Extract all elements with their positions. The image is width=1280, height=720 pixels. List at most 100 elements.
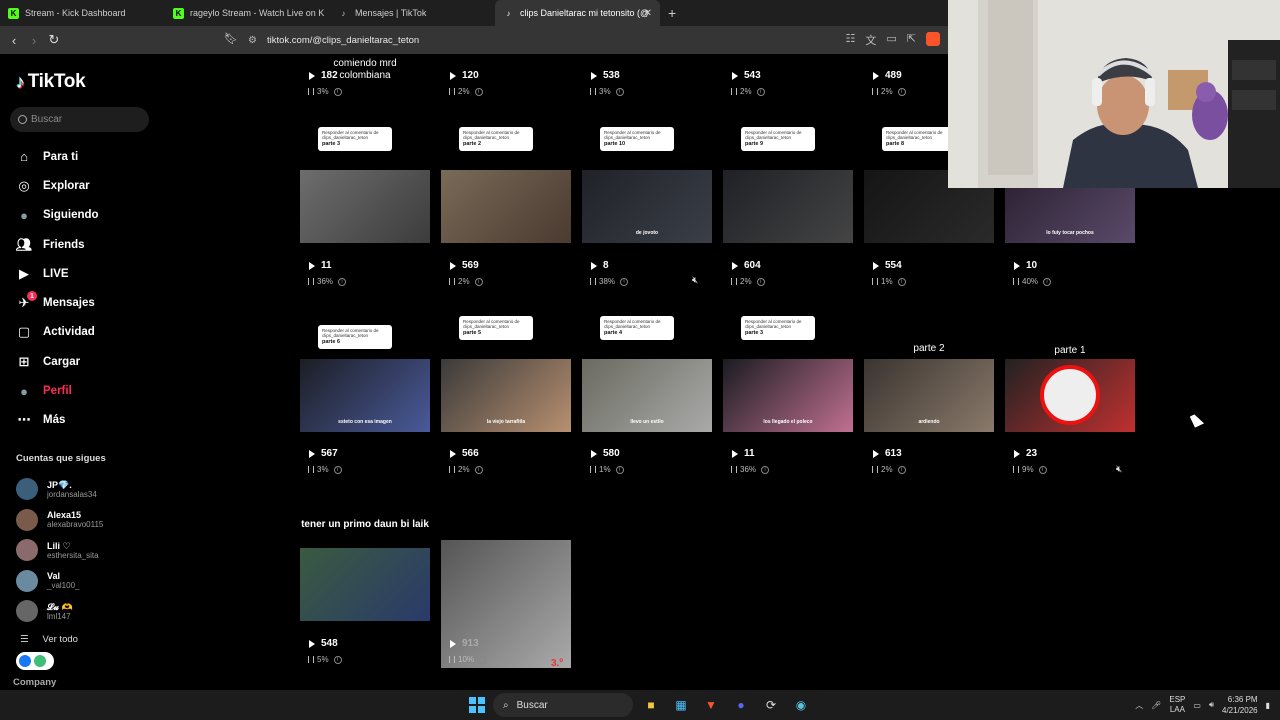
lang-bottom: LAA (1169, 705, 1185, 714)
nav-item-siguiendo[interactable]: ● Siguiendo (16, 201, 99, 230)
bar-chart-icon (449, 466, 455, 473)
nav-item-friends[interactable]: 👥︎ Friends (16, 230, 99, 259)
cast-icon[interactable]: ▭ (886, 32, 896, 48)
mute-icon[interactable]: 🔇︎ (692, 275, 698, 286)
highlight-circle (1040, 365, 1100, 425)
reader-icon[interactable]: ☷ (846, 32, 856, 48)
reply-sticker: Responder al comentario de clips_danielt… (600, 127, 674, 151)
webcam-overlay (948, 0, 1280, 188)
forward-icon[interactable]: › (24, 33, 44, 48)
reply-part: parte 6 (322, 339, 341, 345)
app-icon[interactable]: ⟳ (759, 693, 783, 717)
extension-pill[interactable] (16, 652, 54, 670)
following-account[interactable]: 𝓛𝓾 🫶 lml147 (16, 596, 103, 627)
windows-start-icon[interactable] (467, 695, 487, 715)
search-icon (18, 115, 27, 124)
info-icon[interactable]: i (333, 465, 342, 474)
nav-item-actividad[interactable]: ▢ Actividad (16, 318, 99, 347)
info-icon[interactable]: i (897, 277, 906, 286)
clock[interactable]: 6:36 PM 4/21/2026 (1222, 694, 1258, 716)
info-icon[interactable]: i (474, 465, 483, 474)
display-icon[interactable]: ▭ (1193, 701, 1201, 710)
store-icon[interactable]: ▦ (669, 693, 693, 717)
brave-shield-icon[interactable] (926, 32, 940, 46)
info-icon[interactable]: i (333, 87, 342, 96)
view-count-value: 913 (462, 638, 479, 649)
video-thumbnail[interactable] (300, 548, 430, 621)
info-icon[interactable]: i (756, 87, 765, 96)
nav-item-para-ti[interactable]: ⌂ Para ti (16, 142, 99, 171)
info-icon[interactable]: i (474, 277, 483, 286)
reply-text: Responder al comentario de clips_danielt… (745, 319, 802, 329)
nav-item-perfil[interactable]: ● Perfil (16, 376, 99, 405)
info-icon[interactable]: i (333, 655, 342, 664)
info-icon[interactable]: i (761, 465, 770, 474)
info-icon[interactable]: i (474, 87, 483, 96)
tiktok-logo[interactable]: ♪ TikTok (16, 71, 86, 93)
play-icon (450, 639, 456, 648)
video-thumbnail[interactable] (723, 170, 853, 243)
following-account[interactable]: JP💎. jordansalas34 (16, 474, 103, 505)
search-input[interactable]: Buscar (10, 107, 149, 132)
account-name: Alexa15 (47, 510, 82, 521)
url-field[interactable]: ⚙ tiktok.com/@clips_danieltarac_teton (248, 31, 419, 49)
globe-icon[interactable]: ◉ (789, 693, 813, 717)
see-all-link[interactable]: ☰ Ver todo (20, 634, 78, 645)
info-icon[interactable]: i (897, 87, 906, 96)
retention-stat: 3% i (590, 87, 624, 96)
nav-item-más[interactable]: ⋯ Más (16, 406, 99, 435)
nav-item-explorar[interactable]: ◎ Explorar (16, 171, 99, 200)
info-icon[interactable]: i (338, 277, 347, 286)
notification-icon[interactable]: ▮ (1266, 701, 1270, 710)
file-explorer-icon[interactable]: ■ (639, 693, 663, 717)
microphone-icon[interactable]: 🎤︎ (1151, 701, 1161, 710)
view-count: 543 (732, 70, 761, 81)
back-icon[interactable]: ‹ (4, 33, 24, 48)
share-icon[interactable]: ⇱ (907, 32, 916, 48)
play-icon (732, 261, 738, 270)
play-icon (450, 71, 456, 80)
browser-tab[interactable]: Krageylo Stream - Watch Live on K (165, 0, 330, 26)
bar-chart-icon (872, 278, 878, 285)
browser-tab[interactable]: K Stream - Kick Dashboard (0, 0, 165, 26)
site-settings-icon[interactable]: ⚙ (248, 35, 257, 46)
volume-icon[interactable]: 🔊︎ (1209, 700, 1214, 710)
info-icon[interactable]: i (756, 277, 765, 286)
browser-tab-active[interactable]: ♪ clips Danieltarac mi tetonsito (@ ✕ (495, 0, 660, 26)
retention-stat: 3% i (308, 87, 342, 96)
account-handle: esthersita_sita (47, 550, 99, 560)
discord-icon[interactable]: ● (729, 693, 753, 717)
info-icon[interactable]: i (615, 465, 624, 474)
company-link[interactable]: Company (13, 677, 56, 688)
info-icon[interactable]: i (897, 465, 906, 474)
nav-item-mensajes[interactable]: ✈ 1 Mensajes (16, 288, 99, 317)
following-account[interactable]: Alexa15 alexabravo0115 (16, 505, 103, 536)
chevron-up-icon[interactable]: ︿ (1135, 700, 1143, 711)
nav-item-cargar[interactable]: ⊞ Cargar (16, 347, 99, 376)
info-icon[interactable]: i (479, 655, 488, 664)
reply-sticker: Responder al comentario de clips_danielt… (600, 316, 674, 340)
close-tab-icon[interactable]: ✕ (644, 8, 652, 19)
new-tab-button[interactable]: + (668, 0, 676, 26)
reload-icon[interactable]: ↻ (44, 32, 64, 48)
video-thumbnail[interactable] (441, 170, 571, 243)
video-thumbnail[interactable] (300, 170, 430, 243)
view-count-value: 569 (462, 260, 479, 271)
language-indicator[interactable]: ESP LAA (1169, 695, 1185, 715)
info-icon[interactable]: i (1043, 277, 1052, 286)
bar-chart-icon (590, 88, 596, 95)
info-icon[interactable]: i (620, 277, 629, 286)
following-account[interactable]: Lili ♡ esthersita_sita (16, 535, 103, 566)
translate-icon[interactable]: 文 (865, 32, 876, 48)
brave-browser-icon[interactable]: ▼ (699, 693, 723, 717)
bookmark-icon[interactable]: 🔖︎ (224, 32, 238, 45)
mute-icon[interactable]: 🔇︎ (1116, 464, 1122, 475)
nav-item-live[interactable]: ▶ LIVE (16, 259, 99, 288)
following-account[interactable]: Val _val100_ (16, 566, 103, 597)
view-count-value: 543 (744, 70, 761, 81)
taskbar-search[interactable]: ⌕ Buscar (493, 693, 633, 717)
play-icon (873, 71, 879, 80)
browser-tab[interactable]: ♪ Mensajes | TikTok (330, 0, 495, 26)
info-icon[interactable]: i (1038, 465, 1047, 474)
info-icon[interactable]: i (615, 87, 624, 96)
